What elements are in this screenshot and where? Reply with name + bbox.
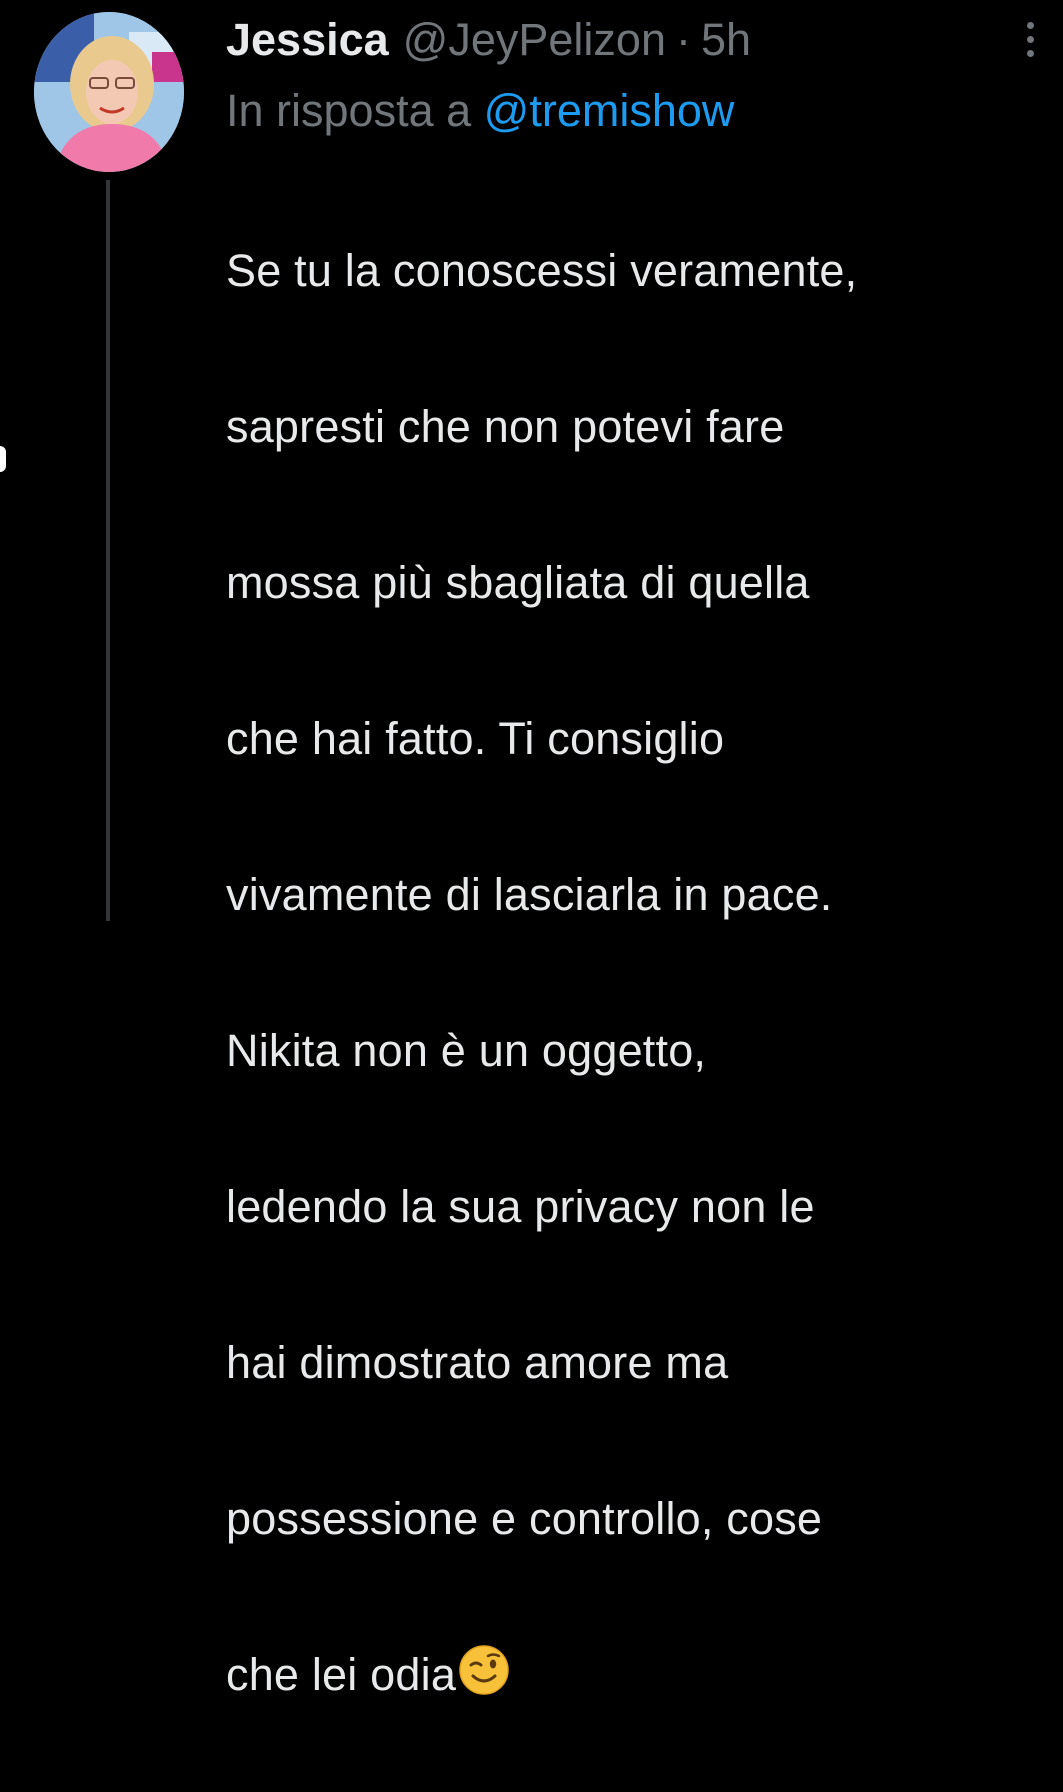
tweet-text-line: ledendo la sua privacy non le <box>226 1181 815 1232</box>
tweet-text-last-line: che lei odia <box>226 1636 1046 1714</box>
more-dot <box>1027 50 1034 57</box>
author-name[interactable]: Jessica <box>226 10 389 70</box>
tweet-content: Jessica @JeyPelizon · 5h In risposta a @… <box>226 10 1046 1792</box>
winking-face-emoji-icon <box>458 1642 510 1695</box>
tweet-text-line: Se tu la conoscessi veramente, <box>226 245 858 296</box>
reply-context: In risposta a @tremishow <box>226 80 1046 142</box>
tweet-text-line: sapresti che non potevi fare <box>226 401 785 452</box>
tweet-text-line: che lei odia <box>226 1649 457 1700</box>
separator-dot: · <box>675 14 691 65</box>
timestamp[interactable]: 5h <box>701 10 751 70</box>
more-options-icon[interactable] <box>1027 22 1039 57</box>
edge-indicator <box>0 446 6 472</box>
author-handle[interactable]: @JeyPelizon <box>403 10 666 70</box>
tweet-text-line: vivamente di lasciarla in pace. <box>226 869 833 920</box>
tweet[interactable]: Jessica @JeyPelizon · 5h In risposta a @… <box>0 0 1063 1700</box>
avatar-image <box>34 12 184 172</box>
more-dot <box>1027 22 1034 29</box>
tweet-text-line: mossa più sbagliata di quella <box>226 557 810 608</box>
avatar[interactable] <box>34 12 184 172</box>
thread-line <box>106 180 110 921</box>
tweet-header: Jessica @JeyPelizon · 5h <box>226 10 1046 70</box>
tweet-text-line: che hai fatto. Ti consiglio <box>226 713 725 764</box>
more-dot <box>1027 36 1034 43</box>
reply-prefix: In risposta a <box>226 85 472 136</box>
tweet-text: Se tu la conoscessi veramente, sapresti … <box>226 154 1046 1792</box>
tweet-text-line: Nikita non è un oggetto, <box>226 1025 707 1076</box>
avatar-column <box>34 12 186 172</box>
tweet-text-line: possessione e controllo, cose <box>226 1493 823 1544</box>
tweet-text-line: hai dimostrato amore ma <box>226 1337 729 1388</box>
reply-to-handle[interactable]: @tremishow <box>484 85 735 136</box>
